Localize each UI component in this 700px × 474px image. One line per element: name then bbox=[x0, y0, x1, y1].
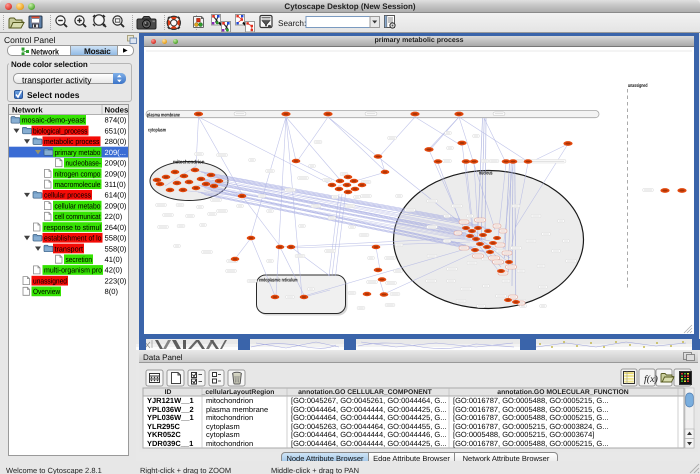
svg-text:209(0): 209(0) bbox=[105, 201, 127, 210]
svg-text:22(0): 22(0) bbox=[105, 212, 123, 221]
svg-text:cell communicat: cell communicat bbox=[55, 212, 102, 221]
svg-text:223(0): 223(0) bbox=[105, 277, 127, 286]
svg-text:establishment of lo: establishment of lo bbox=[44, 234, 102, 243]
svg-text:311(0): 311(0) bbox=[105, 180, 127, 189]
svg-text:41(0): 41(0) bbox=[105, 255, 123, 264]
svg-text:cellular metabo: cellular metabo bbox=[55, 201, 101, 210]
svg-text:cytoplasm: cytoplasm bbox=[148, 128, 166, 134]
svg-text:multi-organism pro: multi-organism pro bbox=[44, 266, 102, 275]
svg-text:Overview: Overview bbox=[33, 287, 60, 296]
svg-text:biological_process: biological_process bbox=[33, 126, 88, 135]
svg-text:Network: Network bbox=[31, 48, 59, 57]
svg-text:nitrogen compo: nitrogen compo bbox=[55, 169, 101, 178]
svg-text:mosaic-demo-yeast: mosaic-demo-yeast bbox=[22, 116, 86, 125]
svg-text:651(0): 651(0) bbox=[105, 126, 127, 135]
svg-text:annotation.GO CELLULAR_COMPONE: annotation.GO CELLULAR_COMPONENT bbox=[298, 389, 433, 396]
svg-text:209(0): 209(0) bbox=[105, 159, 127, 168]
svg-text:cellular process: cellular process bbox=[44, 191, 91, 200]
svg-text:secretion: secretion bbox=[66, 255, 93, 264]
svg-text:42(0): 42(0) bbox=[105, 266, 123, 275]
svg-text:Search:: Search: bbox=[278, 19, 306, 28]
svg-text:_cellularLayoutRegion: _cellularLayoutRegion bbox=[201, 389, 275, 396]
svg-text:614(0): 614(0) bbox=[105, 191, 127, 200]
svg-text:Network: Network bbox=[12, 106, 43, 115]
svg-text:annotation.GO MOLECULAR_FUNCTI: annotation.GO MOLECULAR_FUNCTION bbox=[497, 389, 628, 396]
svg-text:unassigned: unassigned bbox=[628, 83, 648, 89]
svg-text:8(0): 8(0) bbox=[105, 287, 119, 296]
svg-text:558(0): 558(0) bbox=[105, 234, 127, 243]
svg-text:f(x): f(x) bbox=[644, 374, 659, 385]
svg-text:280(0): 280(0) bbox=[105, 137, 127, 146]
svg-text:nucleus: nucleus bbox=[479, 171, 493, 177]
svg-text:plasma membrane: plasma membrane bbox=[147, 112, 180, 118]
svg-text:264(0): 264(0) bbox=[105, 223, 127, 232]
svg-text:response to stimul: response to stimul bbox=[44, 223, 101, 232]
svg-text:Nodes: Nodes bbox=[105, 106, 129, 115]
svg-text:209(...: 209(... bbox=[105, 148, 127, 157]
svg-text:874(0): 874(0) bbox=[105, 116, 127, 125]
svg-text:558(0): 558(0) bbox=[105, 244, 127, 253]
svg-text:mitochondrion: mitochondrion bbox=[173, 160, 205, 166]
svg-text:209(0): 209(0) bbox=[105, 169, 127, 178]
svg-text:nucleobase-: nucleobase- bbox=[66, 159, 102, 168]
svg-text:ID: ID bbox=[165, 389, 172, 396]
svg-text:macromolecule: macromolecule bbox=[55, 180, 101, 189]
svg-text:transport: transport bbox=[55, 244, 84, 253]
svg-text:metabolic process: metabolic process bbox=[44, 137, 100, 146]
svg-text:unassigned: unassigned bbox=[33, 277, 67, 286]
svg-text:endoplasmic reticulum: endoplasmic reticulum bbox=[259, 278, 298, 284]
svg-text:primary metabo: primary metabo bbox=[55, 148, 101, 157]
